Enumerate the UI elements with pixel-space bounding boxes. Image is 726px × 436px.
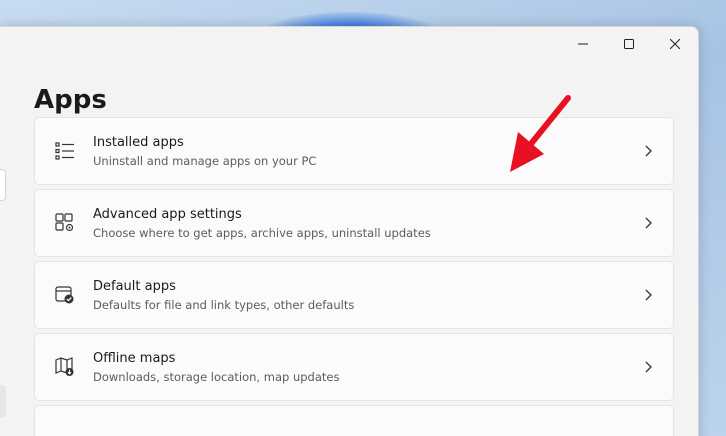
item-label: Advanced app settings [93, 206, 242, 222]
close-icon [670, 39, 680, 49]
default-apps-item[interactable]: Default apps Defaults for file and link … [34, 261, 674, 329]
maximize-button[interactable] [606, 27, 652, 61]
item-description: Downloads, storage location, map updates [93, 369, 340, 384]
page-title: Apps [34, 85, 107, 115]
installed-apps-item[interactable]: Installed apps Uninstall and manage apps… [34, 117, 674, 185]
item-label: Offline maps [93, 350, 176, 366]
chevron-right-icon [623, 145, 673, 157]
minimize-button[interactable] [560, 27, 606, 61]
caption-buttons [560, 27, 698, 61]
chevron-right-icon [623, 289, 673, 301]
close-button[interactable] [652, 27, 698, 61]
settings-list: Installed apps Uninstall and manage apps… [34, 117, 674, 436]
list-icon [35, 142, 93, 160]
chevron-right-icon [623, 361, 673, 373]
item-description: Defaults for file and link types, other … [93, 297, 355, 312]
map-icon [35, 357, 93, 377]
minimize-icon [578, 43, 588, 45]
item-label: Default apps [93, 278, 176, 294]
item-description: Uninstall and manage apps on your PC [93, 153, 317, 168]
chevron-right-icon [623, 217, 673, 229]
advanced-app-settings-item[interactable]: Advanced app settings Choose where to ge… [34, 189, 674, 257]
next-settings-item[interactable] [34, 405, 674, 436]
default-apps-icon [35, 285, 93, 305]
app-settings-icon [35, 213, 93, 233]
sidebar-selected-item[interactable] [0, 385, 6, 417]
maximize-icon [624, 39, 634, 49]
offline-maps-item[interactable]: Offline maps Downloads, storage location… [34, 333, 674, 401]
sidebar-search-input[interactable] [0, 169, 6, 201]
item-description: Choose where to get apps, archive apps, … [93, 225, 431, 240]
item-label: Installed apps [93, 134, 184, 150]
